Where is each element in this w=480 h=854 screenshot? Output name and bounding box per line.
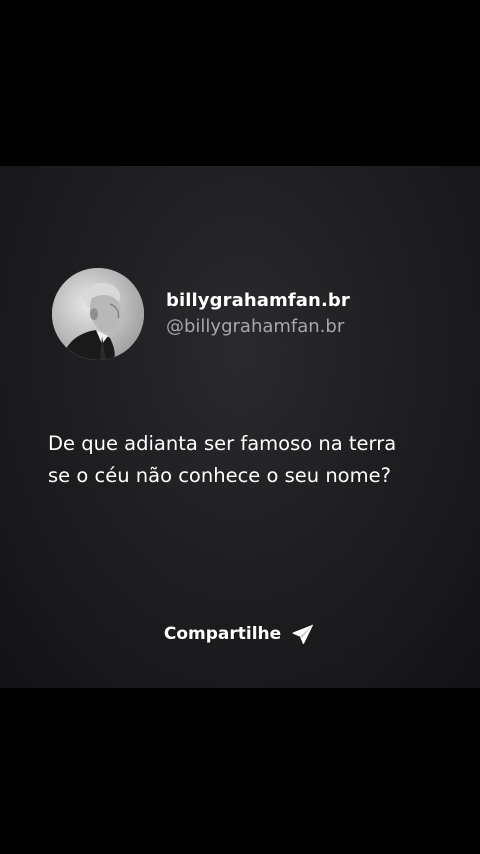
user-handle[interactable]: @billygrahamfan.br	[166, 315, 350, 339]
quote-card: billygrahamfan.br @billygrahamfan.br De …	[0, 166, 480, 688]
quote-line: se o céu não conhece o seu nome?	[48, 464, 391, 487]
display-name[interactable]: billygrahamfan.br	[166, 289, 350, 313]
portrait-photo	[52, 268, 144, 360]
quote-line: De que adianta ser famoso na terra	[48, 432, 397, 455]
quote-text: De que adianta ser famoso na terra se o …	[48, 428, 448, 492]
share-label: Compartilhe	[163, 624, 282, 644]
screen: billygrahamfan.br @billygrahamfan.br De …	[0, 0, 480, 854]
avatar[interactable]	[52, 268, 144, 360]
share-button[interactable]: Compartilhe	[0, 621, 480, 647]
paper-plane-icon	[290, 621, 316, 647]
profile-names: billygrahamfan.br @billygrahamfan.br	[166, 289, 350, 339]
profile-header: billygrahamfan.br @billygrahamfan.br	[52, 268, 350, 360]
